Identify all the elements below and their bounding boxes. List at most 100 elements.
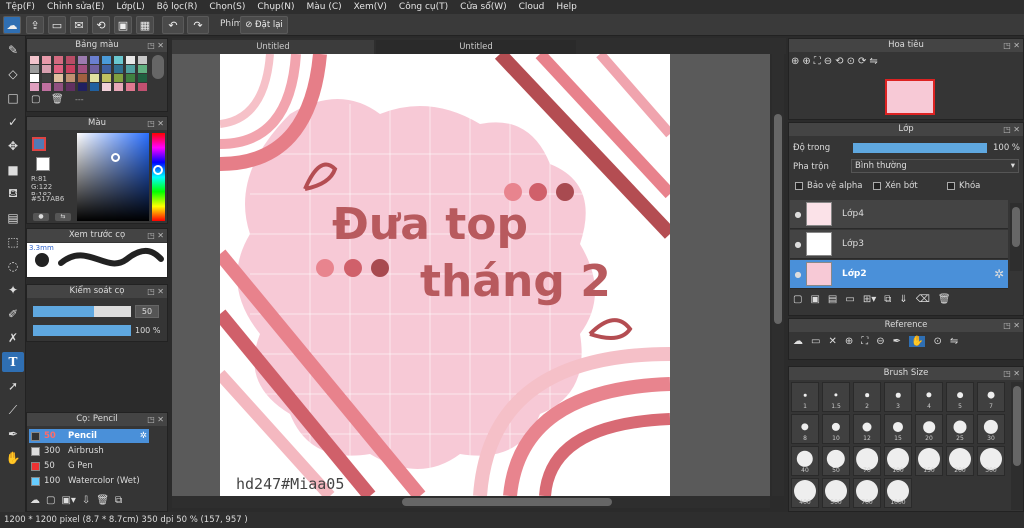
palette-swatch[interactable]	[126, 65, 135, 73]
new-page-icon[interactable]: ▢	[31, 94, 40, 105]
menu-item-8[interactable]: Công cụ(T)	[393, 2, 454, 12]
add-layer-menu-icon[interactable]: ⊞▾	[863, 294, 876, 305]
palette-swatch[interactable]	[78, 65, 87, 73]
menu-item-0[interactable]: Tệp(F)	[0, 2, 41, 12]
palette-swatch[interactable]	[126, 56, 135, 64]
reset-view-icon[interactable]: ⊙	[847, 56, 855, 67]
brush-size-option[interactable]: 200	[946, 446, 974, 476]
brush-size-option[interactable]: 7	[977, 382, 1005, 412]
palette-swatch[interactable]	[78, 74, 87, 82]
delete-brush-icon[interactable]: 🗑	[96, 495, 109, 506]
brush-size-slider[interactable]	[33, 306, 131, 317]
brush-size-option[interactable]: 70	[853, 446, 881, 476]
brush-item[interactable]: 50 Pencil ✲	[29, 429, 149, 443]
palette-swatch[interactable]	[114, 56, 123, 64]
palette-swatch[interactable]	[66, 65, 75, 73]
zoom-out-icon[interactable]: ⊖	[876, 336, 884, 347]
saturation-value-picker[interactable]	[77, 133, 149, 221]
pen-tool-icon[interactable]: ✓	[2, 112, 24, 132]
palette-swatch[interactable]	[138, 65, 147, 73]
palette-swatch[interactable]	[126, 74, 135, 82]
canvas-vertical-scrollbar[interactable]	[772, 54, 784, 496]
new-brush-icon[interactable]: ▢	[46, 495, 55, 506]
color-swap-button[interactable]: ⇆	[55, 213, 71, 221]
menu-item-10[interactable]: Cloud	[513, 2, 551, 12]
fit-icon[interactable]: ⛶	[814, 56, 821, 67]
divide-tool-icon[interactable]: ⟋	[2, 400, 24, 420]
canvas-area[interactable]: Đưa top tháng 2 hd247#Miaa05	[172, 54, 784, 496]
tab-untitled-2[interactable]: Untitled	[376, 40, 576, 54]
brush-size-option[interactable]: 25	[946, 414, 974, 444]
brush-window-icon[interactable]: ⧉	[115, 495, 122, 506]
layer-item[interactable]: ● Lớp2 ✲	[790, 260, 1008, 289]
brush-opacity-slider[interactable]	[33, 325, 131, 336]
palette-swatch[interactable]	[138, 83, 147, 91]
hue-slider[interactable]	[152, 133, 165, 221]
clear-layer-icon[interactable]: ⌫	[916, 294, 930, 305]
palette-swatch[interactable]	[42, 74, 51, 82]
brush-size-option[interactable]: 10	[822, 414, 850, 444]
brush-size-option[interactable]: 300	[977, 446, 1005, 476]
rotate-icon[interactable]: ⊙	[933, 336, 941, 347]
palette-swatch[interactable]	[30, 56, 39, 64]
color-mode-button[interactable]: ●	[33, 213, 49, 221]
eraser-tool-icon[interactable]: ◇	[2, 64, 24, 84]
zoom-in-icon[interactable]: ⊕	[845, 336, 853, 347]
palette-swatch[interactable]	[114, 83, 123, 91]
grid-icon[interactable]: ▦	[136, 16, 154, 34]
palette-swatch[interactable]	[42, 56, 51, 64]
brush-item[interactable]: 300 Airbrush	[29, 444, 149, 458]
palette-swatch[interactable]	[66, 56, 75, 64]
brush-size-option[interactable]: 400	[791, 478, 819, 508]
palette-swatch[interactable]	[66, 83, 75, 91]
brush-size-option[interactable]: 40	[791, 446, 819, 476]
blend-select[interactable]: Bình thường ▾	[851, 159, 1019, 173]
magic-wand-tool-icon[interactable]: ✦	[2, 280, 24, 300]
menu-item-4[interactable]: Chọn(S)	[203, 2, 251, 12]
palette-swatch[interactable]	[30, 83, 39, 91]
palette-swatch[interactable]	[54, 56, 63, 64]
palette-swatch[interactable]	[66, 74, 75, 82]
palette-swatch[interactable]	[114, 74, 123, 82]
brush-size-option[interactable]: 1000	[884, 478, 912, 508]
palette-swatch[interactable]	[102, 83, 111, 91]
menu-item-2[interactable]: Lớp(L)	[110, 2, 150, 12]
palette-swatch[interactable]	[54, 74, 63, 82]
new-layer-1bit-icon[interactable]: ▤	[828, 294, 837, 305]
cloud-icon[interactable]: ☁	[793, 336, 803, 347]
trash-icon[interactable]: 🗑	[51, 94, 64, 105]
palette-swatch[interactable]	[90, 56, 99, 64]
hand-icon[interactable]: ✋	[909, 336, 926, 347]
gradient-tool-icon[interactable]: ▤	[2, 208, 24, 228]
layer-scrollbar[interactable]	[1010, 203, 1022, 271]
tab-untitled-1[interactable]: Untitled	[172, 40, 374, 54]
palette-swatch[interactable]	[90, 74, 99, 82]
menu-item-7[interactable]: Xem(V)	[348, 2, 393, 12]
brush-size-option[interactable]: 3	[884, 382, 912, 412]
canvas-horizontal-scrollbar[interactable]	[172, 496, 770, 508]
clipping-checkbox[interactable]: Xén bớt	[873, 181, 918, 191]
menu-item-9[interactable]: Cửa sổ(W)	[454, 2, 512, 12]
palette-swatch[interactable]	[138, 56, 147, 64]
move-tool-icon[interactable]: ✥	[2, 136, 24, 156]
rotate-icon[interactable]: ⟲	[92, 16, 110, 34]
delete-layer-icon[interactable]: 🗑	[938, 294, 951, 305]
operation-tool-icon[interactable]: ➚	[2, 376, 24, 396]
brush-size-value[interactable]: 50	[135, 305, 159, 318]
layer-item[interactable]: ● Lớp3	[790, 230, 1008, 259]
brush-tool-icon[interactable]: ✎	[2, 40, 24, 60]
undo-button[interactable]: ↶	[162, 16, 184, 34]
menu-item-6[interactable]: Màu (C)	[301, 2, 348, 12]
brush-size-option[interactable]: 50	[822, 446, 850, 476]
palette-swatch[interactable]	[114, 65, 123, 73]
palette-swatch[interactable]	[126, 83, 135, 91]
reset-button[interactable]: ⊘ Đặt lại	[240, 16, 288, 34]
brush-size-option[interactable]: 500	[822, 478, 850, 508]
cloud-brush-icon[interactable]: ☁	[30, 495, 40, 506]
new-layer-icon[interactable]: ▢	[793, 294, 802, 305]
bucket-tool-icon[interactable]: ⛾	[2, 184, 24, 204]
brush-size-option[interactable]: 4	[915, 382, 943, 412]
layer-opacity-slider[interactable]	[853, 143, 987, 153]
brush-size-option[interactable]: 30	[977, 414, 1005, 444]
foreground-color-swatch[interactable]	[32, 137, 46, 151]
